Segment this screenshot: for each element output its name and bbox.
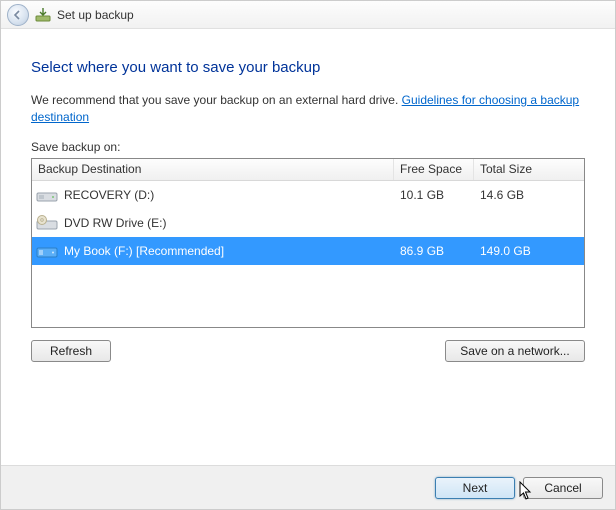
wizard-content: Select where you want to save your backu… — [1, 29, 615, 362]
table-row[interactable]: DVD RW Drive (E:) — [32, 209, 584, 237]
cell-free-space: 86.9 GB — [394, 244, 474, 258]
drive-name: RECOVERY (D:) — [64, 188, 154, 202]
cancel-button[interactable]: Cancel — [523, 477, 603, 499]
page-heading: Select where you want to save your backu… — [31, 59, 585, 76]
titlebar: Set up backup — [1, 1, 615, 29]
cell-destination: My Book (F:) [Recommended] — [32, 243, 394, 259]
cell-total-size: 14.6 GB — [474, 188, 584, 202]
save-on-label: Save backup on: — [31, 140, 585, 154]
col-header-destination[interactable]: Backup Destination — [32, 159, 394, 180]
backup-icon — [35, 7, 51, 23]
hdd-drive-icon — [36, 187, 58, 203]
ext-drive-icon — [36, 243, 58, 259]
cell-destination: DVD RW Drive (E:) — [32, 215, 394, 231]
button-row: Refresh Save on a network... — [31, 340, 585, 362]
save-on-network-button[interactable]: Save on a network... — [445, 340, 585, 362]
col-header-total-size[interactable]: Total Size — [474, 159, 584, 180]
drive-name: DVD RW Drive (E:) — [64, 216, 166, 230]
cell-free-space: 10.1 GB — [394, 188, 474, 202]
next-button[interactable]: Next — [435, 477, 515, 499]
cell-total-size: 149.0 GB — [474, 244, 584, 258]
table-row[interactable]: RECOVERY (D:) 10.1 GB14.6 GB — [32, 181, 584, 209]
refresh-button[interactable]: Refresh — [31, 340, 111, 362]
dvd-drive-icon — [36, 215, 58, 231]
back-arrow-icon — [13, 10, 23, 20]
destination-list[interactable]: Backup Destination Free Space Total Size… — [31, 158, 585, 328]
recommend-text-part: We recommend that you save your backup o… — [31, 93, 402, 107]
table-row[interactable]: My Book (F:) [Recommended] 86.9 GB149.0 G… — [32, 237, 584, 265]
wizard-footer: Next Cancel — [1, 465, 615, 509]
recommend-text: We recommend that you save your backup o… — [31, 92, 585, 126]
cell-destination: RECOVERY (D:) — [32, 187, 394, 203]
col-header-free-space[interactable]: Free Space — [394, 159, 474, 180]
back-button[interactable] — [7, 4, 29, 26]
list-header: Backup Destination Free Space Total Size — [32, 159, 584, 181]
window-title: Set up backup — [57, 8, 134, 22]
drive-name: My Book (F:) [Recommended] — [64, 244, 224, 258]
